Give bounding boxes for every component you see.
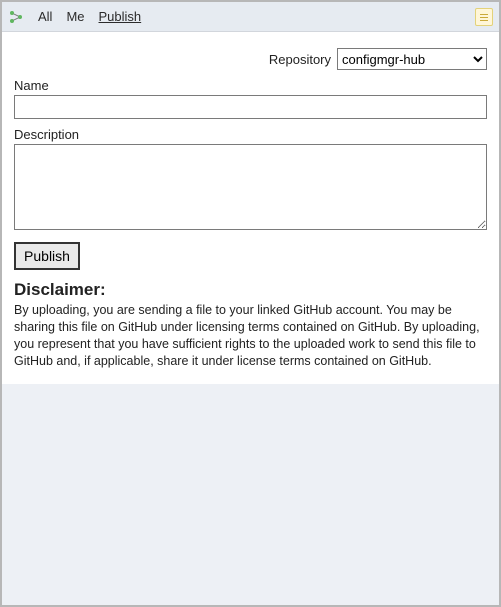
description-textarea[interactable] [14,144,487,230]
description-label: Description [14,127,487,142]
list-icon [479,12,489,22]
tab-publish[interactable]: Publish [99,9,142,24]
empty-area [2,384,499,606]
toolbar: All Me Publish [2,2,499,32]
name-input[interactable] [14,95,487,119]
repository-label: Repository [269,52,331,67]
tab-me[interactable]: Me [66,9,84,24]
disclaimer-text: By uploading, you are sending a file to … [14,302,487,370]
disclaimer-heading: Disclaimer: [14,280,487,300]
repository-row: Repository configmgr-hub [14,48,487,70]
tab-all[interactable]: All [38,9,52,24]
name-label: Name [14,78,487,93]
window: All Me Publish Repository configmgr-hub … [0,0,501,607]
publish-form: Repository configmgr-hub Name Descriptio… [2,32,499,384]
toolbar-action-button[interactable] [475,8,493,26]
repository-select[interactable]: configmgr-hub [337,48,487,70]
publish-button[interactable]: Publish [14,242,80,270]
share-icon [8,9,24,25]
